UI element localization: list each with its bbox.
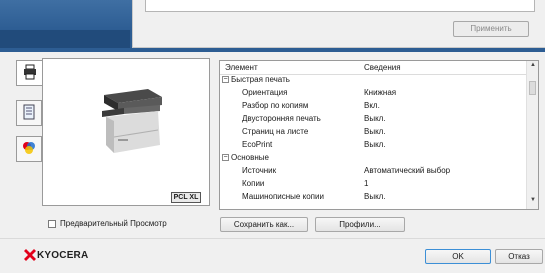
tab-printer[interactable] [16, 60, 43, 86]
preview-checkbox[interactable] [48, 220, 56, 228]
printer-icon [23, 64, 37, 82]
collapse-icon[interactable]: − [222, 76, 229, 84]
pdl-badge: PCL XL [171, 192, 201, 203]
scroll-thumb[interactable] [529, 81, 536, 95]
tree-row-value: Книжная [364, 88, 397, 97]
tab-document[interactable] [16, 100, 42, 126]
tree-row-value: Автоматический выбор [364, 166, 451, 175]
color-icon [22, 141, 36, 157]
tree-row-value: Выкл. [364, 140, 386, 149]
settings-tree[interactable]: Элемент Сведения − Быстрая печать Ориента… [219, 60, 539, 210]
tree-row-value: 1 [364, 179, 369, 188]
tree-row[interactable]: Ориентация [242, 87, 287, 100]
tree-row-value: Выкл. [364, 127, 386, 136]
tree-row[interactable]: Разбор по копиям [242, 100, 308, 113]
preview-checkbox-label[interactable]: Предварительный Просмотр [60, 219, 167, 228]
kyocera-logo-icon [24, 249, 36, 263]
ok-button[interactable]: OK [425, 249, 491, 264]
apply-button[interactable]: Применить [453, 21, 529, 37]
footer-separator [0, 238, 545, 239]
scroll-down-icon[interactable]: ▼ [530, 197, 536, 203]
window-header-shadow [0, 30, 130, 48]
printer-preview-panel: PCL XL [42, 58, 210, 206]
tree-row[interactable]: Копии [242, 178, 264, 191]
tree-header: Элемент Сведения [220, 61, 526, 75]
cancel-button[interactable]: Отказ [495, 249, 543, 264]
scroll-up-icon[interactable]: ▲ [530, 62, 536, 68]
tree-row[interactable]: EcoPrint [242, 139, 272, 152]
tree-row[interactable]: Машинописные копии [242, 191, 324, 204]
tab-color[interactable] [16, 136, 42, 162]
brand-logo-text: KYOCERA [37, 250, 89, 261]
column-header-details[interactable]: Сведения [364, 63, 401, 72]
save-as-button[interactable]: Сохранить как... [220, 217, 308, 232]
collapse-icon[interactable]: − [222, 154, 229, 162]
tree-row[interactable]: Двусторонняя печать [242, 113, 321, 126]
tree-row-value: Выкл. [364, 192, 386, 201]
printer-image [102, 89, 162, 153]
document-icon [23, 104, 35, 122]
tree-row[interactable]: Страниц на листе [242, 126, 308, 139]
tree-row-value: Выкл. [364, 114, 386, 123]
profiles-button[interactable]: Профили... [315, 217, 405, 232]
top-inner-panel [145, 0, 535, 12]
tree-row[interactable]: Источник [242, 165, 276, 178]
column-header-element[interactable]: Элемент [225, 63, 258, 72]
tree-row-value: Вкл. [364, 101, 380, 110]
tree-group-basic[interactable]: − Основные [222, 152, 269, 165]
tree-group-quick-print[interactable]: − Быстрая печать [222, 74, 290, 87]
